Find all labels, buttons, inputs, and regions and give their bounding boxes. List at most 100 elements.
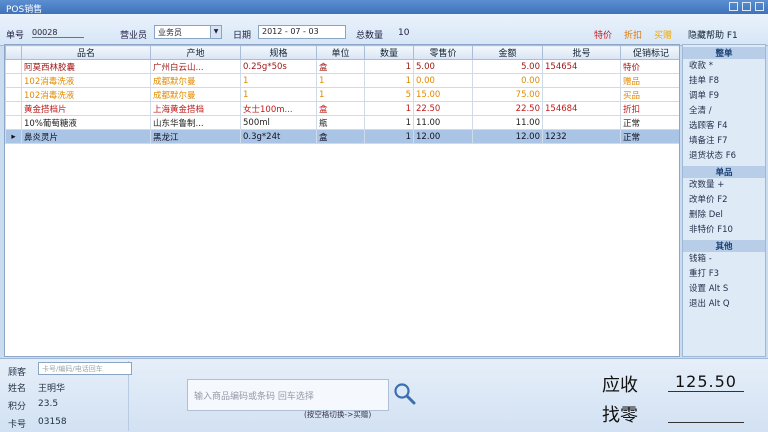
column-header[interactable]: 零售价 — [413, 45, 473, 60]
empty-row — [6, 214, 680, 228]
maximize-icon[interactable] — [742, 2, 751, 11]
sidebar-shortcut-item[interactable]: 收款 * — [683, 59, 765, 74]
order-number: 00028 — [32, 28, 84, 38]
cell-origin: 成都默尔曼 — [150, 87, 241, 102]
cell-batch — [542, 87, 621, 102]
receivable-value: 125.50 — [668, 372, 744, 392]
sidebar-section-title: 整单 — [683, 47, 765, 59]
cell-spec: 1 — [240, 73, 317, 88]
column-header[interactable]: 规格 — [240, 45, 317, 60]
table-row[interactable]: 10%葡萄糖液 山东华鲁制... 500ml 瓶 1 11.00 11.00 正常 — [5, 115, 679, 130]
close-icon[interactable] — [755, 2, 764, 11]
sidebar-shortcut-item[interactable]: 钱箱 - — [683, 252, 765, 267]
sidebar-shortcut-item[interactable]: 重打 F3 — [683, 267, 765, 282]
cell-batch — [542, 73, 621, 88]
column-header[interactable]: 品名 — [21, 45, 151, 60]
date-label: 日期 — [233, 31, 252, 41]
cell-batch: 154684 — [542, 101, 621, 116]
customer-points-value: 23.5 — [38, 399, 59, 409]
sidebar-shortcut-item[interactable]: 填备注 F7 — [683, 134, 765, 149]
clerk-select[interactable]: 业务员 ▼ — [154, 25, 222, 39]
minimize-icon[interactable] — [729, 2, 738, 11]
cell-amount: 0.00 — [472, 73, 543, 88]
bottom-panel: 顾客 卡号/编码/电话回车 姓名 王明华 积分 23.5 卡号 03158 输入… — [0, 358, 768, 432]
discount-legend: 折扣 — [624, 31, 643, 41]
empty-row — [6, 326, 680, 340]
chevron-down-icon[interactable]: ▼ — [210, 26, 221, 38]
sidebar-shortcut-item[interactable]: 删除 Del — [683, 208, 765, 223]
cell-promo: 买品 — [620, 87, 679, 102]
sidebar-section-title: 其他 — [683, 240, 765, 252]
row-indicator — [5, 73, 22, 88]
customer-search-input[interactable]: 卡号/编码/电话回车 — [38, 362, 132, 375]
sidebar-shortcut-item[interactable]: 选顾客 F4 — [683, 119, 765, 134]
customer-name-label: 姓名 — [8, 384, 27, 394]
cell-origin: 黑龙江 — [150, 129, 241, 144]
hide-help-button[interactable]: 隐藏帮助 F1 — [688, 28, 738, 41]
cell-qty: 1 — [364, 73, 414, 88]
row-indicator — [5, 101, 22, 116]
column-header[interactable]: 促销标记 — [620, 45, 679, 60]
cell-batch: 154654 — [542, 59, 621, 74]
table-row[interactable]: 阿莫西林胶囊 广州白云山... 0.25g*50s 盒 1 5.00 5.00 154654 特… — [5, 59, 679, 74]
table-row[interactable]: 黄金搭档片 上海黄金搭档 女士100m... 盒 1 22.50 22.50 154684 折扣 — [5, 101, 679, 116]
cell-promo: 正常 — [620, 129, 679, 144]
column-header[interactable]: 批号 — [542, 45, 621, 60]
sidebar-shortcut-item[interactable]: 全清 / — [683, 104, 765, 119]
cell-name: 鼻炎灵片 — [21, 129, 151, 144]
window-controls — [729, 2, 764, 11]
sidebar-shortcut-item[interactable]: 设置 Alt S — [683, 282, 765, 297]
cell-promo: 正常 — [620, 115, 679, 130]
column-header[interactable]: 金额 — [472, 45, 543, 60]
sidebar-shortcut-item[interactable]: 退出 Alt Q — [683, 297, 765, 312]
row-indicator — [5, 115, 22, 130]
table-row[interactable]: 102消毒洗液 成都默尔曼 1 1 5 15.00 75.00 买品 — [5, 87, 679, 102]
special-price-legend: 特价 — [594, 31, 613, 41]
customer-points-label: 积分 — [8, 402, 27, 412]
cell-price: 5.00 — [413, 59, 473, 74]
change-label: 找零 — [602, 405, 638, 426]
cell-unit: 1 — [316, 73, 365, 88]
cell-qty: 1 — [364, 59, 414, 74]
date-field[interactable]: 2012 - 07 - 03 — [258, 25, 346, 39]
cell-name: 102消毒洗液 — [21, 73, 151, 88]
empty-row — [6, 186, 680, 200]
clerk-label: 营业员 — [120, 31, 148, 41]
search-icon[interactable] — [392, 381, 418, 407]
cell-unit: 1 — [316, 87, 365, 102]
buy-gift-legend: 买赠 — [654, 31, 673, 41]
indicator-header — [5, 45, 22, 60]
sidebar-shortcut-item[interactable]: 调单 F9 — [683, 89, 765, 104]
cell-name: 阿莫西林胶囊 — [21, 59, 151, 74]
cell-price: 12.00 — [413, 129, 473, 144]
cell-unit: 盒 — [316, 101, 365, 116]
sidebar-shortcut-item[interactable]: 改单价 F2 — [683, 193, 765, 208]
sales-grid: 品名 产地 规格 单位 数量 零售价 金额 批号 促销标记 阿莫西林胶囊 广州白云… — [4, 44, 680, 357]
sidebar-shortcut-item[interactable]: 改数量 + — [683, 178, 765, 193]
cell-origin: 广州白云山... — [150, 59, 241, 74]
table-row[interactable]: ▸ 鼻炎灵片 黑龙江 0.3g*24t 盒 1 12.00 12.00 1232 正常 — [5, 129, 679, 144]
row-indicator — [5, 87, 22, 102]
column-header[interactable]: 单位 — [316, 45, 365, 60]
clerk-value: 业务员 — [158, 28, 182, 37]
total-qty-value: 10 — [398, 28, 410, 38]
order-label: 单号 — [6, 31, 25, 41]
table-row[interactable]: 102消毒洗液 成都默尔曼 1 1 1 0.00 0.00 赠品 — [5, 73, 679, 88]
sidebar-section-title: 单品 — [683, 166, 765, 178]
sidebar-shortcut-item[interactable]: 挂单 F8 — [683, 74, 765, 89]
sidebar-shortcut-item[interactable]: 非特价 F10 — [683, 223, 765, 238]
table-header-row: 品名 产地 规格 单位 数量 零售价 金额 批号 促销标记 — [5, 45, 679, 60]
cell-spec: 1 — [240, 87, 317, 102]
customer-card-value: 03158 — [38, 417, 67, 427]
empty-row — [6, 270, 680, 284]
change-value — [668, 405, 744, 423]
cell-origin: 山东华鲁制... — [150, 115, 241, 130]
cell-unit: 瓶 — [316, 115, 365, 130]
sidebar-shortcut-item[interactable]: 退货状态 F6 — [683, 149, 765, 164]
column-header[interactable]: 数量 — [364, 45, 414, 60]
empty-row — [6, 242, 680, 256]
cell-amount: 22.50 — [472, 101, 543, 116]
product-code-input[interactable]: 输入商品编码或条码 回车选择 — [187, 379, 389, 411]
cell-qty: 1 — [364, 101, 414, 116]
column-header[interactable]: 产地 — [150, 45, 241, 60]
